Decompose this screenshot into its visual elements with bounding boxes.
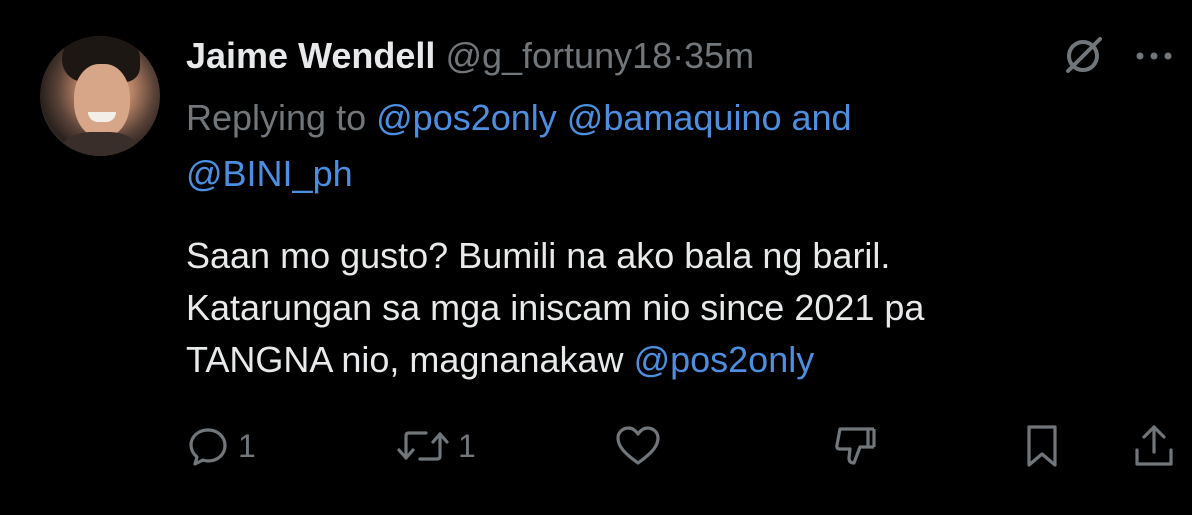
tweet-time[interactable]: 35m — [684, 35, 754, 76]
tweet-top-icons — [1060, 30, 1174, 82]
retweet-count: 1 — [458, 427, 476, 464]
share-button[interactable] — [1132, 420, 1176, 472]
replying-label: Replying to — [186, 97, 367, 138]
share-icon — [1132, 422, 1176, 470]
retweet-button[interactable]: 1 — [396, 420, 476, 472]
thumbs-down-icon — [832, 423, 878, 469]
heart-icon — [614, 424, 662, 468]
replying-and[interactable]: and — [792, 97, 852, 138]
downvote-button[interactable] — [832, 420, 878, 472]
bookmark-button[interactable] — [1022, 420, 1062, 472]
avatar-shirt — [50, 132, 150, 156]
mention-link[interactable]: @pos2only — [376, 97, 557, 138]
grok-icon[interactable] — [1060, 33, 1106, 79]
author-name[interactable]: Jaime Wendell — [186, 35, 435, 76]
mention-link[interactable]: @pos2only — [634, 339, 815, 380]
reply-button[interactable]: 1 — [186, 420, 256, 472]
tweet-body-line: Saan mo gusto? Bumili na ako bala ng bar… — [186, 235, 891, 276]
retweet-icon — [396, 424, 450, 468]
tweet-actions: 1 1 — [186, 420, 1176, 472]
replying-to: Replying to @pos2only @bamaquino and @BI… — [186, 90, 1146, 202]
author-handle[interactable]: @g_fortuny18 — [445, 35, 672, 76]
more-dots-icon[interactable] — [1134, 50, 1174, 62]
bookmark-icon — [1022, 423, 1062, 469]
mention-link[interactable]: @BINI_ph — [186, 153, 353, 194]
reply-count: 1 — [238, 427, 256, 464]
avatar[interactable] — [40, 36, 160, 156]
mention-link[interactable]: @bamaquino — [567, 97, 782, 138]
like-button[interactable] — [614, 420, 662, 472]
tweet-body-line: TANGNA nio, magnanakaw @pos2only — [186, 334, 1166, 386]
avatar-face — [74, 64, 130, 138]
header-separator: · — [672, 35, 685, 76]
tweet-header: Jaime Wendell @g_fortuny18·35m — [186, 30, 754, 82]
tweet-body-line: Katarungan sa mga iniscam nio since 2021… — [186, 287, 925, 328]
reply-bubble-icon — [186, 424, 230, 468]
tweet-body: Saan mo gusto? Bumili na ako bala ng bar… — [186, 230, 1166, 386]
tweet-body-text: TANGNA nio, magnanakaw — [186, 339, 624, 380]
